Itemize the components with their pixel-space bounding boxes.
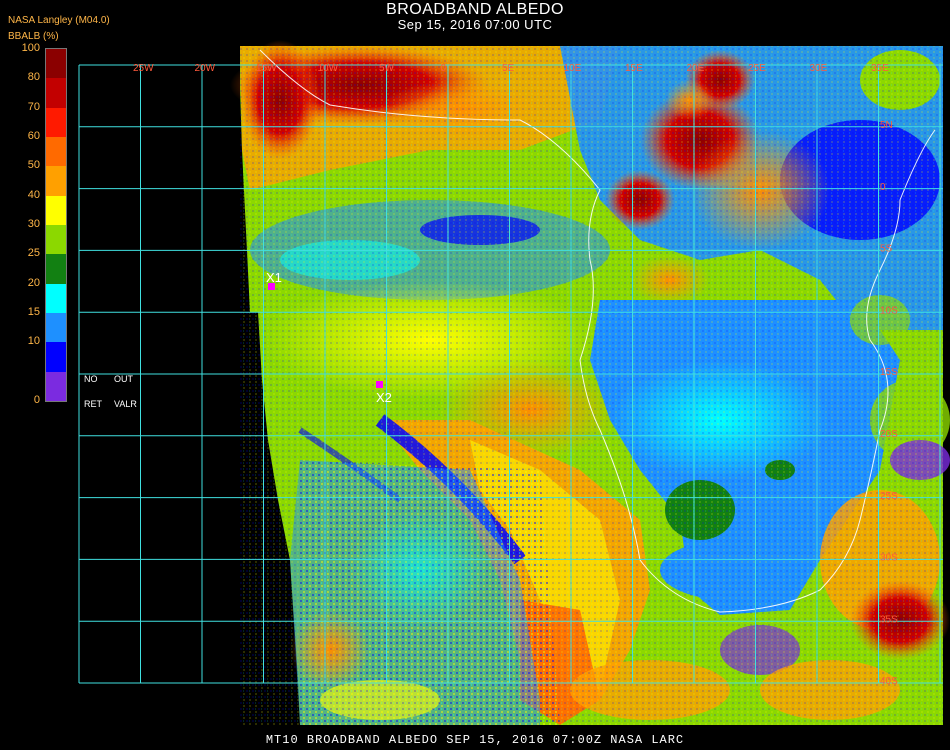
longitude-label: 20E	[687, 63, 705, 74]
latitude-label: 30S	[880, 553, 898, 564]
longitude-label: 0	[441, 63, 447, 74]
longitude-label: 20W	[195, 63, 216, 74]
latitude-label: 10S	[880, 305, 898, 316]
latitude-label: 35S	[880, 614, 898, 625]
latitude-label: 20S	[880, 429, 898, 440]
latitude-label: 25S	[880, 491, 898, 502]
longitude-label: 10W	[318, 63, 339, 74]
marker-x1-label: X1	[266, 270, 282, 285]
footer-caption: MT10 BROADBAND ALBEDO SEP 15, 2016 07:00…	[265, 733, 685, 747]
longitude-label: 15E	[625, 63, 643, 74]
longitude-label: 30E	[810, 63, 828, 74]
latitude-label: 40S	[880, 676, 898, 687]
longitude-label: 5W	[379, 63, 395, 74]
longitude-label: 5E	[502, 63, 515, 74]
longitude-label: 25E	[748, 63, 766, 74]
longitude-label: 10E	[564, 63, 582, 74]
latitude-label: 5N	[880, 120, 893, 131]
latitude-label: 0	[880, 182, 886, 193]
latitude-label: 5S	[880, 244, 893, 255]
latitude-label: 15S	[880, 367, 898, 378]
imagery-layer	[230, 40, 950, 725]
longitude-label: 15W	[256, 63, 277, 74]
marker-x2-square	[376, 381, 383, 388]
marker-x2-label: X2	[376, 390, 392, 405]
longitude-label: 25W	[133, 63, 154, 74]
albedo-map: 25W 20W 15W 10W 5W 0 5E 10E 15E 20E 25E 30E 35E 5N 0 5…	[78, 40, 950, 725]
longitude-label: 35E	[871, 63, 889, 74]
